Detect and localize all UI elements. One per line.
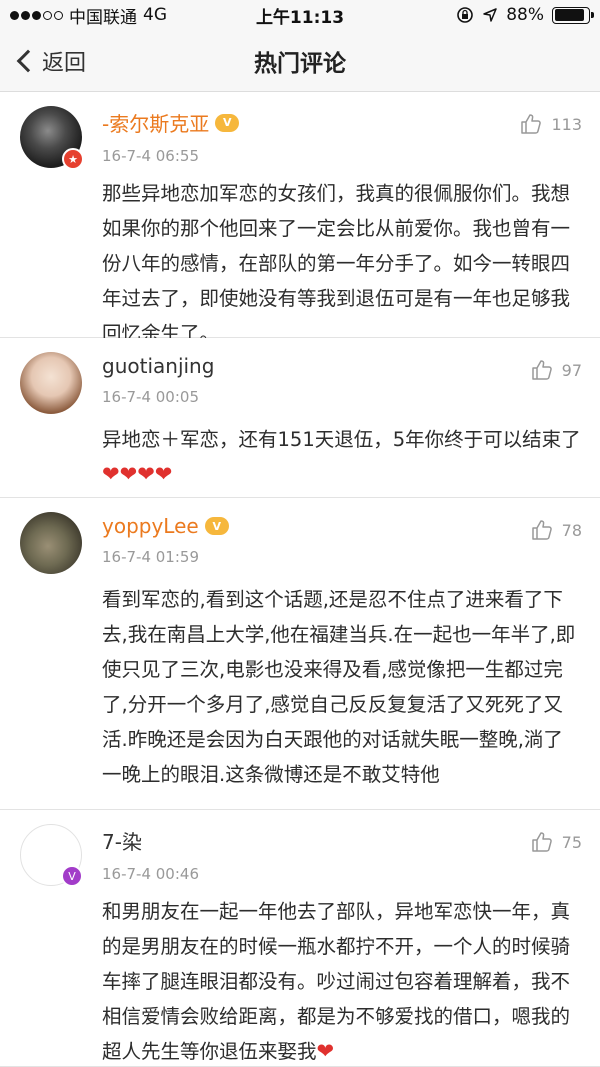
avatar[interactable]: [20, 352, 82, 414]
signal-dot-empty: [54, 10, 63, 20]
verified-badge-icon: ★: [62, 148, 84, 170]
comment-text: 和男朋友在一起一年他去了部队，异地军恋快一年，真的是男朋友在的时候一瓶水都拧不开…: [102, 900, 571, 1063]
heart-emoji-icon: ❤❤❤❤: [102, 462, 173, 486]
vip-member-icon: V: [215, 113, 240, 132]
comment-time: 16-7-4 06:55: [102, 147, 199, 165]
battery-icon: [552, 6, 594, 24]
vip-badge-icon: V: [61, 865, 83, 887]
vip-member-icon: V: [204, 517, 229, 535]
like-count: 75: [561, 832, 582, 852]
heart-emoji-icon: ❤: [316, 1039, 335, 1063]
back-label: 返回: [42, 50, 87, 76]
like-button[interactable]: 78: [530, 518, 582, 542]
comment-item: yoppyLee V 16-7-4 01:59 78 看到军恋的,看到这个话题,…: [0, 498, 600, 810]
like-count: 113: [551, 114, 582, 134]
comment-item: guotianjing 16-7-4 00:05 97 异地恋＋军恋，还有151…: [0, 338, 600, 498]
like-count: 97: [561, 360, 582, 380]
comment-time: 16-7-4 00:46: [102, 865, 199, 883]
avatar[interactable]: ★: [20, 106, 84, 170]
username[interactable]: yoppyLee: [102, 514, 199, 538]
page-title: 热门评论: [254, 50, 346, 77]
username[interactable]: -索尔斯克亚: [102, 108, 209, 137]
signal-dot: [32, 10, 41, 20]
username[interactable]: 7-染: [102, 826, 142, 855]
comment-time: 16-7-4 00:05: [102, 388, 199, 406]
status-right: 88%: [456, 5, 594, 25]
avatar[interactable]: V: [20, 824, 83, 887]
comment-item: V 7-染 16-7-4 00:46 75 和男朋友在一起一年他去了部队，异地军…: [0, 810, 600, 1067]
thumbs-up-icon: [531, 360, 552, 380]
navigation-bar: 返回 热门评论: [0, 30, 600, 92]
comment-text: 异地恋＋军恋，还有151天退伍，5年你终于可以结束了: [102, 428, 581, 451]
signal-dot-empty: [43, 10, 52, 20]
battery-percent: 88%: [506, 5, 544, 25]
thumbs-up-icon: [521, 114, 542, 134]
location-icon: [483, 8, 497, 22]
avatar[interactable]: [20, 512, 82, 574]
like-button[interactable]: 113: [519, 112, 582, 136]
signal-strength-icon: [10, 10, 63, 20]
status-left: 中国联通 4G: [10, 3, 167, 28]
thumbs-up-icon: [531, 832, 552, 852]
chevron-left-icon: [16, 49, 40, 72]
status-bar: 中国联通 4G 上午11:13 88%: [0, 0, 600, 30]
carrier-name: 中国联通: [69, 7, 137, 28]
username[interactable]: guotianjing: [102, 354, 214, 378]
network-type: 4G: [143, 5, 167, 25]
clock: 上午11:13: [255, 7, 345, 28]
like-count: 78: [561, 520, 582, 540]
thumbs-up-icon: [531, 520, 552, 540]
signal-dot: [21, 10, 30, 20]
comment-text: 那些异地恋加军恋的女孩们，我真的很佩服你们。我想如果你的那个他回来了一定会比从前…: [102, 182, 571, 345]
comment-text: 看到军恋的,看到这个话题,还是忍不住点了进来看了下去,我在南昌上大学,他在福建当…: [102, 588, 576, 786]
signal-dot: [10, 10, 19, 20]
like-button[interactable]: 97: [530, 358, 582, 382]
comment-item: ★ -索尔斯克亚 V 16-7-4 06:55 113 那些异地恋加军恋的女孩们…: [0, 92, 600, 345]
like-button[interactable]: 75: [530, 830, 582, 854]
comment-time: 16-7-4 01:59: [102, 548, 199, 566]
battery-fill: [554, 9, 584, 21]
comment-text-block: 和男朋友在一起一年他去了部队，异地军恋快一年，真的是男朋友在的时候一瓶水都拧不开…: [102, 894, 582, 1067]
rotation-lock-icon: [457, 7, 474, 23]
back-button[interactable]: 返回: [14, 45, 86, 77]
comment-text-block: 异地恋＋军恋，还有151天退伍，5年你终于可以结束了 ❤❤❤❤: [102, 422, 582, 492]
